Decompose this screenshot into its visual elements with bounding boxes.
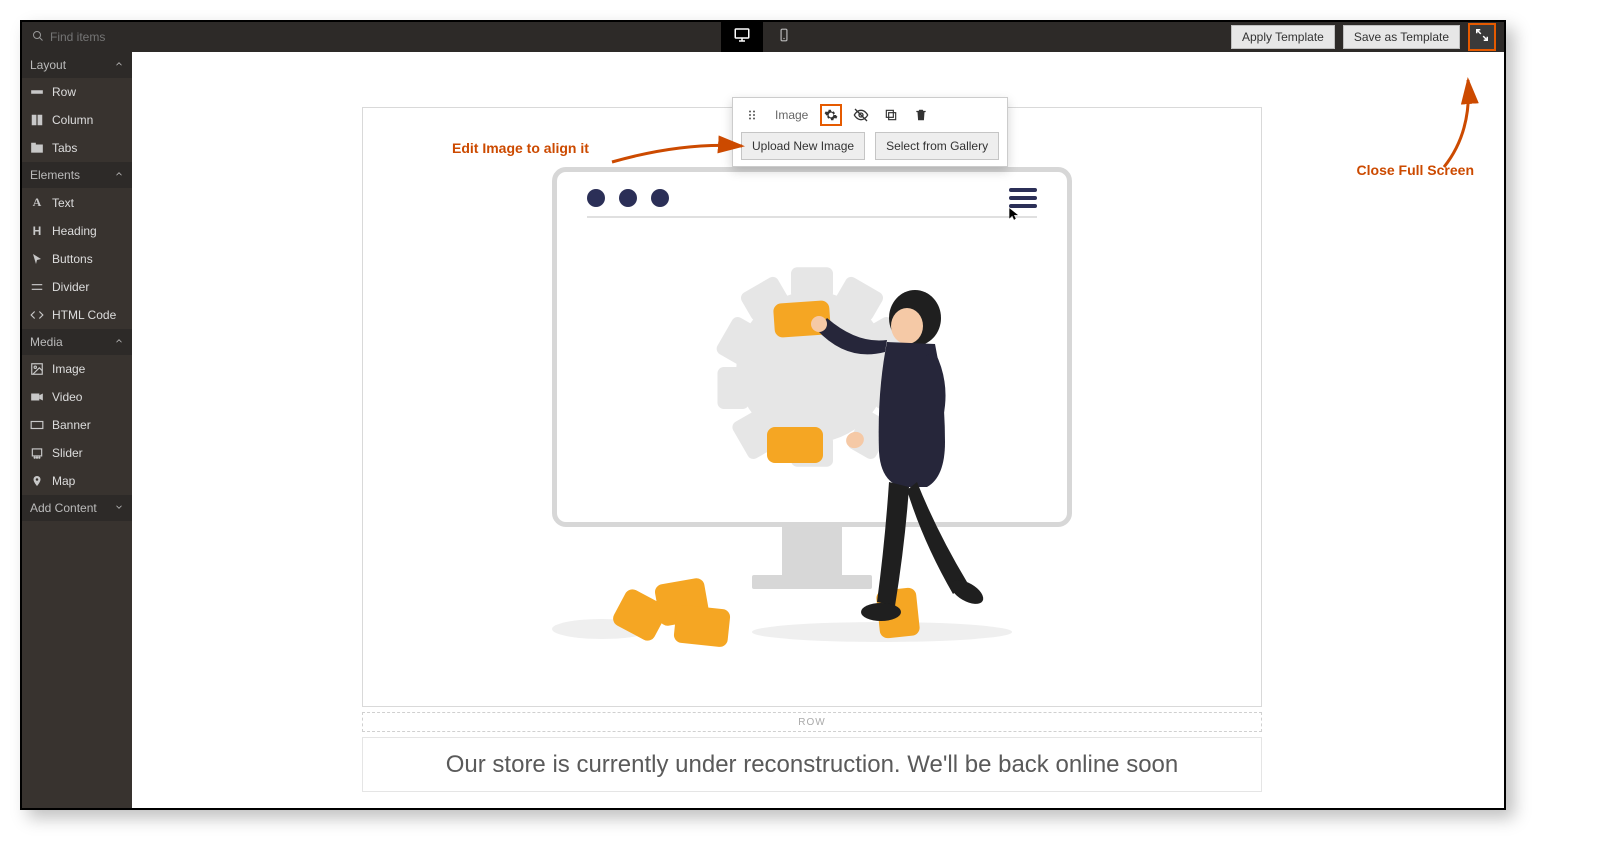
sidebar-item-label: Column [52, 113, 93, 127]
sidebar-group-label: Media [30, 335, 63, 349]
top-actions: Apply Template Save as Template [1231, 22, 1504, 52]
text-icon: A [30, 195, 44, 210]
canvas: Image Upload New Image Select from Galle… [132, 52, 1504, 808]
annotation-close-fullscreen: Close Full Screen [1357, 162, 1474, 178]
sidebar-item-heading[interactable]: H Heading [22, 217, 132, 245]
heading-icon: H [30, 224, 44, 238]
map-pin-icon [30, 474, 44, 488]
device-mobile-button[interactable] [763, 22, 805, 52]
divider-icon [30, 280, 44, 294]
search-input[interactable] [50, 30, 170, 44]
gear-icon[interactable] [820, 104, 842, 126]
sidebar-item-image[interactable]: Image [22, 355, 132, 383]
sidebar-item-label: Divider [52, 280, 89, 294]
sidebar-item-buttons[interactable]: Buttons [22, 245, 132, 273]
image-content [373, 118, 1251, 696]
sidebar-item-text[interactable]: A Text [22, 188, 132, 217]
sidebar-item-column[interactable]: Column [22, 106, 132, 134]
video-icon [30, 390, 44, 404]
sidebar-item-tabs[interactable]: Tabs [22, 134, 132, 162]
select-from-gallery-button[interactable]: Select from Gallery [875, 132, 999, 160]
chevron-up-icon [114, 168, 124, 182]
sidebar-item-label: Map [52, 474, 75, 488]
column-icon [30, 113, 44, 127]
sidebar-item-label: Banner [52, 418, 91, 432]
tabs-icon [30, 141, 44, 155]
annotation-arrow-icon [1424, 72, 1484, 172]
device-desktop-button[interactable] [721, 22, 763, 52]
sidebar-item-htmlcode[interactable]: HTML Code [22, 301, 132, 329]
banner-icon [30, 418, 44, 432]
sidebar-item-label: Slider [52, 446, 83, 460]
app-frame: Apply Template Save as Template Layout R… [20, 20, 1506, 810]
upload-new-image-button[interactable]: Upload New Image [741, 132, 865, 160]
top-bar: Apply Template Save as Template [22, 22, 1504, 52]
collapse-icon [1475, 28, 1489, 47]
device-switch [721, 22, 805, 52]
sidebar: Layout Row Column Tabs Elements AText HH… [22, 52, 132, 808]
sidebar-group-elements[interactable]: Elements [22, 162, 132, 188]
row-icon [30, 85, 44, 99]
search-wrap [22, 30, 170, 45]
sidebar-group-label: Add Content [30, 501, 97, 515]
apply-template-button[interactable]: Apply Template [1231, 25, 1335, 49]
hide-icon[interactable] [850, 104, 872, 126]
close-fullscreen-button[interactable] [1468, 23, 1496, 51]
sidebar-item-label: Video [52, 390, 82, 404]
row-placeholder[interactable]: ROW [362, 712, 1262, 732]
drag-handle-icon[interactable] [741, 104, 763, 126]
page-text: Our store is currently under reconstruct… [446, 751, 1179, 779]
sidebar-group-layout[interactable]: Layout [22, 52, 132, 78]
sidebar-group-label: Elements [30, 168, 80, 182]
image-toolbar-label: Image [771, 108, 812, 122]
code-icon [30, 308, 44, 322]
image-icon [30, 362, 44, 376]
chevron-up-icon [114, 58, 124, 72]
sidebar-item-video[interactable]: Video [22, 383, 132, 411]
image-toolbar-row: Image [741, 104, 999, 126]
sidebar-item-label: Image [52, 362, 85, 376]
mobile-icon [777, 26, 791, 49]
sidebar-item-divider[interactable]: Divider [22, 273, 132, 301]
sidebar-item-label: Heading [52, 224, 97, 238]
desktop-icon [733, 26, 751, 49]
image-block[interactable] [362, 107, 1262, 707]
sidebar-item-banner[interactable]: Banner [22, 411, 132, 439]
duplicate-icon[interactable] [880, 104, 902, 126]
chevron-down-icon [114, 501, 124, 515]
illus-person [807, 282, 1007, 642]
search-icon [32, 30, 44, 45]
row-label: ROW [798, 717, 825, 728]
annotation-edit-image: Edit Image to align it [452, 140, 589, 156]
sidebar-item-slider[interactable]: Slider [22, 439, 132, 467]
annotation-arrow-icon [602, 132, 752, 172]
sidebar-item-label: Text [52, 196, 74, 210]
save-as-template-button[interactable]: Save as Template [1343, 25, 1460, 49]
sidebar-item-label: HTML Code [52, 308, 116, 322]
sidebar-group-label: Layout [30, 58, 66, 72]
text-block[interactable]: Our store is currently under reconstruct… [362, 737, 1262, 792]
sidebar-item-label: Tabs [52, 141, 77, 155]
slider-icon [30, 446, 44, 460]
illustration [552, 167, 1072, 647]
sidebar-item-label: Buttons [52, 252, 93, 266]
sidebar-group-addcontent[interactable]: Add Content [22, 495, 132, 521]
sidebar-group-media[interactable]: Media [22, 329, 132, 355]
cursor-icon [30, 252, 44, 266]
chevron-up-icon [114, 335, 124, 349]
trash-icon[interactable] [910, 104, 932, 126]
sidebar-item-map[interactable]: Map [22, 467, 132, 495]
sidebar-item-row[interactable]: Row [22, 78, 132, 106]
sidebar-item-label: Row [52, 85, 76, 99]
image-toolbar: Image Upload New Image Select from Galle… [732, 97, 1008, 167]
image-toolbar-buttons: Upload New Image Select from Gallery [741, 132, 999, 160]
